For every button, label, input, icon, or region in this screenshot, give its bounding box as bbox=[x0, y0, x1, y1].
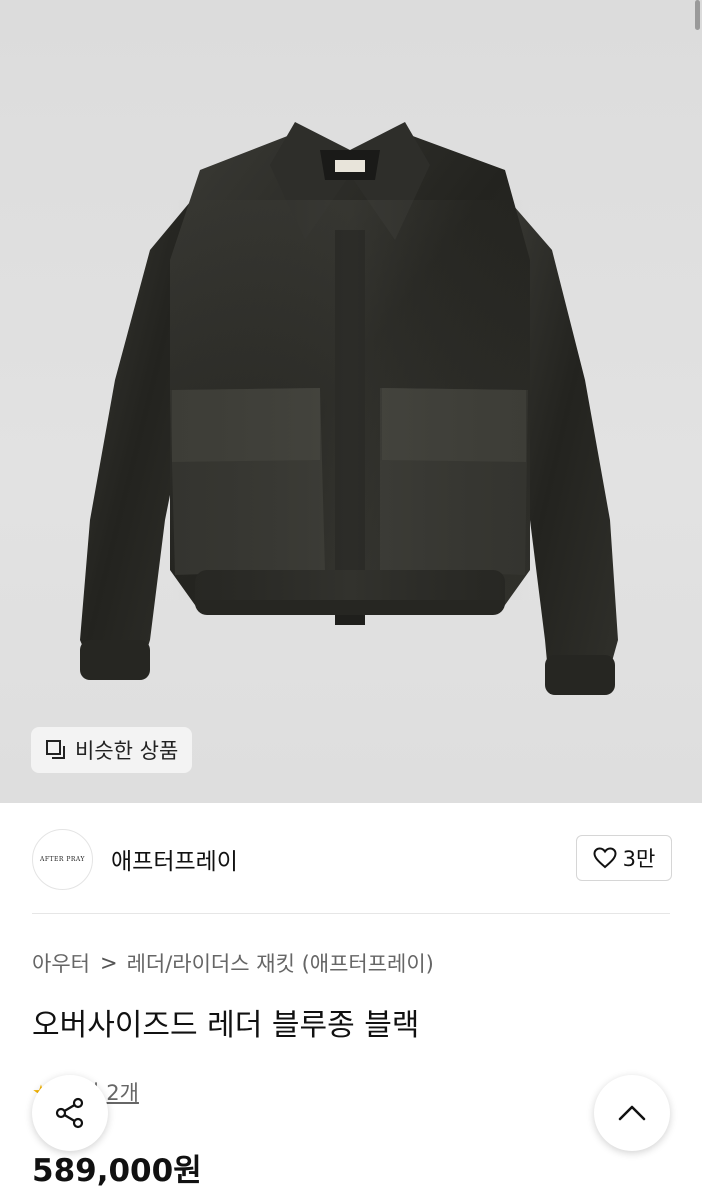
like-count: 3만 bbox=[622, 847, 656, 871]
share-icon bbox=[55, 1097, 84, 1129]
share-button[interactable] bbox=[32, 1075, 108, 1151]
chevron-up-icon bbox=[618, 1105, 646, 1121]
jacket-illustration bbox=[80, 122, 618, 695]
brand-name[interactable]: 애프터프레이 bbox=[111, 842, 238, 876]
similar-items-button[interactable]: 비슷한 상품 bbox=[31, 727, 193, 773]
heart-icon bbox=[593, 847, 617, 869]
divider bbox=[32, 913, 670, 914]
product-title: 오버사이즈드 레더 블루종 블랙 bbox=[32, 1008, 420, 1043]
image-scroll-indicator bbox=[695, 0, 700, 30]
product-image[interactable] bbox=[0, 0, 702, 803]
breadcrumb-subcategory[interactable]: 레더/라이더스 재킷 (애프터프레이) bbox=[127, 948, 434, 978]
breadcrumb-category[interactable]: 아우터 bbox=[32, 948, 90, 978]
scroll-top-button[interactable] bbox=[594, 1075, 670, 1151]
brand-logo[interactable]: AFTER PRAY bbox=[32, 828, 93, 890]
similar-items-icon bbox=[46, 740, 65, 759]
like-button[interactable]: 3만 bbox=[576, 835, 672, 881]
product-price: 589,000원 bbox=[32, 1153, 202, 1189]
brand-row: AFTER PRAY 애프터프레이 3만 bbox=[32, 828, 672, 890]
similar-items-label: 비슷한 상품 bbox=[75, 739, 179, 763]
breadcrumb-separator-icon: > bbox=[99, 951, 118, 975]
breadcrumb: 아우터 > 레더/라이더스 재킷 (애프터프레이) bbox=[32, 948, 434, 978]
